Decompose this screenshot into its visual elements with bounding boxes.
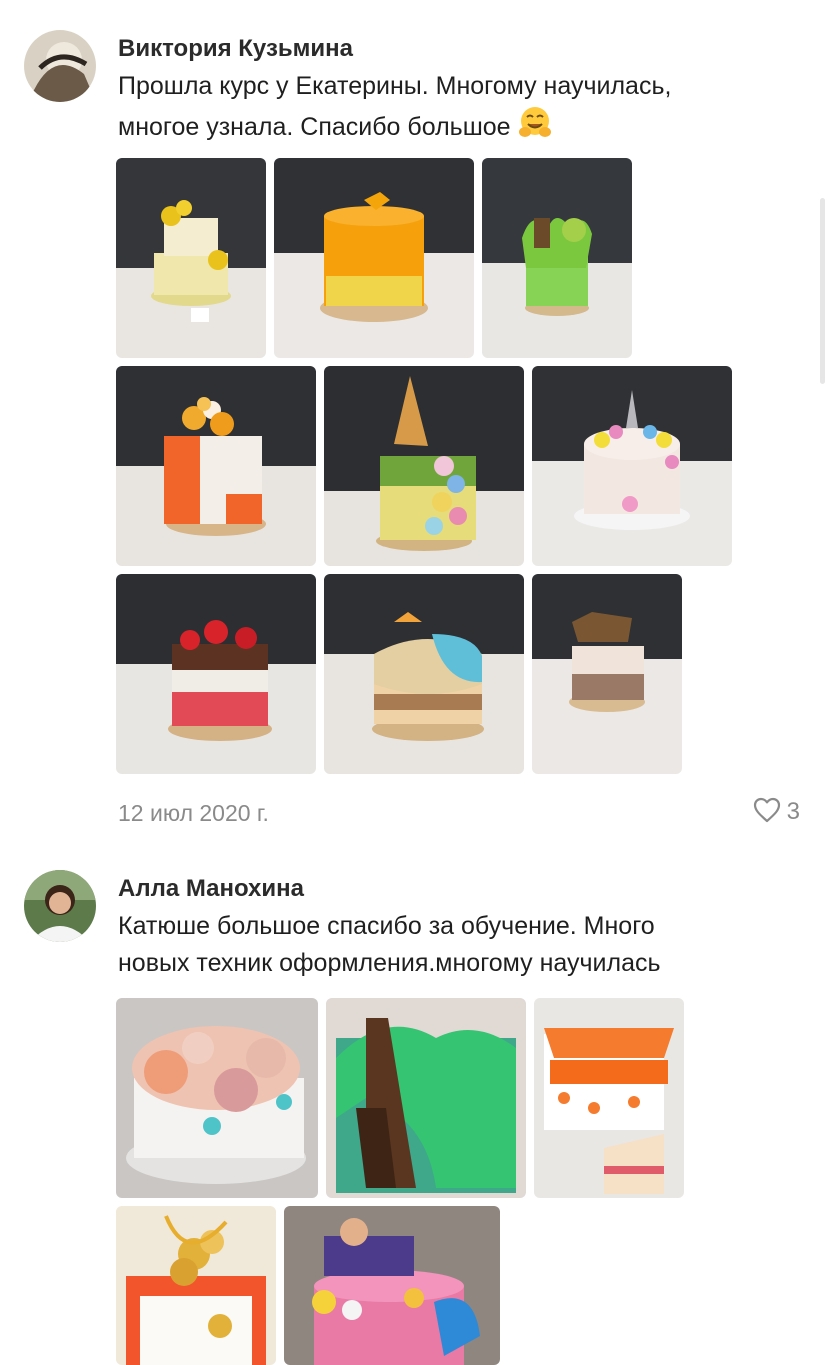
like-button[interactable]: 3 [753, 797, 800, 827]
review-text-line: новых техник оформления.многому научилас… [118, 949, 661, 977]
review-photo-angel-cake[interactable] [534, 998, 684, 1198]
review-photo-beach-cake[interactable] [324, 574, 524, 774]
heart-icon [753, 797, 781, 828]
review-text-line: Катюше большое спасибо за обучение. Мног… [118, 912, 655, 940]
review-photo-orange-white-cake[interactable] [116, 366, 316, 566]
review-photo-ice-cream-cone-cake[interactable] [324, 366, 524, 566]
review-photo-chocolate-topper-cake[interactable] [532, 574, 682, 774]
review-text-line: многое узнала. Спасибо большое [118, 113, 511, 141]
review-author[interactable]: Виктория Кузьмина [118, 34, 353, 64]
review-text: Прошла курс у Екатерины. Многому научила… [118, 68, 798, 146]
review-photo-unicorn-cake[interactable] [532, 366, 732, 566]
hugging-face-emoji-icon [517, 105, 553, 141]
like-count: 3 [786, 798, 800, 825]
review-photo-orange-cake[interactable] [274, 158, 474, 358]
review-text: Катюше большое спасибо за обучение. Мног… [118, 908, 798, 982]
review-photo-red-drip-cake[interactable] [116, 574, 316, 774]
review-photo-rose-cake[interactable] [116, 998, 318, 1198]
scrollbar[interactable] [820, 198, 825, 384]
review-photo-green-bark-cake[interactable] [326, 998, 526, 1198]
review-photo-yellow-flower-tier-cake[interactable] [116, 158, 266, 358]
avatar[interactable] [24, 870, 96, 942]
review-photo-green-moss-cake[interactable] [482, 158, 632, 358]
review-photo-gold-spheres-cake[interactable] [116, 1206, 276, 1365]
review-text-line: Прошла курс у Екатерины. Многому научила… [118, 72, 672, 100]
avatar[interactable] [24, 30, 96, 102]
review-text-line-with-emoji: многое узнала. Спасибо большое [118, 105, 798, 146]
review-author[interactable]: Алла Манохина [118, 874, 304, 904]
review-photo-aladdin-cake[interactable] [284, 1206, 500, 1365]
review-date: 12 июл 2020 г. [118, 800, 269, 826]
